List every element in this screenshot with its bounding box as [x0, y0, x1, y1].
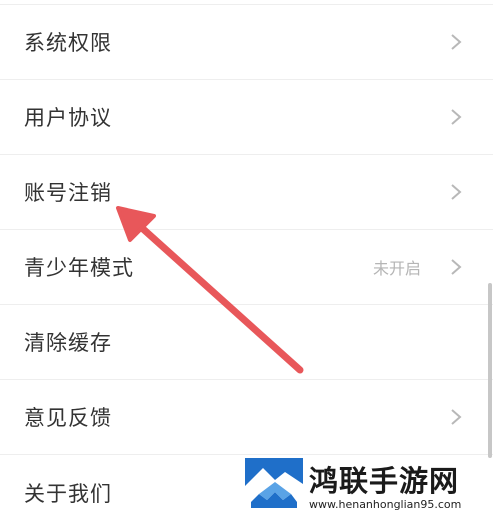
- settings-item-label: 关于我们: [24, 481, 112, 506]
- settings-item-teen-mode[interactable]: 青少年模式 未开启: [0, 230, 493, 305]
- teen-mode-status: 未开启: [372, 259, 421, 278]
- settings-item-label: 用户协议: [24, 106, 112, 130]
- chevron-right-icon: [451, 409, 462, 425]
- watermark-url: www.henanhonglian95.com: [309, 498, 462, 511]
- chevron-right-icon: [451, 109, 462, 125]
- settings-screen: 系统权限 用户协议 账号注销 青少年模式 未开启 清除缓存 意见反馈 关于我们: [0, 0, 493, 518]
- watermark-title: 鸿联手游网: [309, 464, 460, 498]
- chevron-right-icon: [451, 184, 462, 200]
- settings-item-clear-cache[interactable]: 清除缓存: [0, 305, 493, 380]
- settings-item-system-permissions[interactable]: 系统权限: [0, 5, 493, 80]
- settings-item-user-agreement[interactable]: 用户协议: [0, 80, 493, 155]
- settings-item-label: 清除缓存: [24, 331, 112, 355]
- settings-item-feedback[interactable]: 意见反馈: [0, 380, 493, 455]
- scrollbar[interactable]: [488, 283, 492, 458]
- settings-item-label: 青少年模式: [24, 256, 134, 280]
- chevron-right-icon: [451, 259, 462, 275]
- settings-item-label: 意见反馈: [24, 406, 112, 430]
- settings-list: 系统权限 用户协议 账号注销 青少年模式 未开启 清除缓存 意见反馈 关于我们: [0, 5, 493, 518]
- settings-item-label: 账号注销: [24, 181, 112, 205]
- settings-item-label: 系统权限: [24, 31, 112, 55]
- settings-item-account-deletion[interactable]: 账号注销: [0, 155, 493, 230]
- mountain-logo-icon: [245, 458, 303, 516]
- watermark: 鸿联手游网 www.henanhonglian95.com: [245, 458, 493, 516]
- chevron-right-icon: [451, 34, 462, 50]
